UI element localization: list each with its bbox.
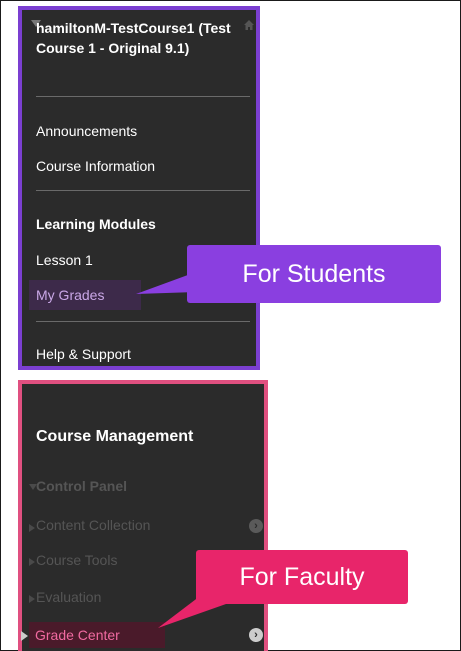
menu-item-lesson-1[interactable]: Lesson 1 (36, 252, 93, 268)
expand-caret-icon[interactable] (21, 631, 28, 641)
control-panel-item-grade-center[interactable]: Grade Center (29, 622, 165, 648)
menu-item-course-information[interactable]: Course Information (36, 158, 155, 174)
arrow-right-icon[interactable]: › (249, 519, 263, 533)
menu-divider (36, 96, 250, 97)
menu-divider (36, 190, 250, 191)
control-panel-item-content-collection[interactable]: Content Collection (36, 517, 150, 533)
menu-item-my-grades[interactable]: My Grades (29, 280, 141, 310)
home-icon[interactable] (243, 19, 255, 31)
course-menu: hamiltonM-TestCourse1 (Test Course 1 - O… (18, 6, 260, 370)
menu-item-announcements[interactable]: Announcements (36, 123, 137, 139)
callout-for-faculty: For Faculty (196, 550, 408, 604)
menu-divider (36, 321, 250, 322)
callout-for-students: For Students (187, 245, 441, 303)
expand-caret-icon[interactable] (29, 524, 35, 532)
arrow-right-icon[interactable]: › (249, 628, 263, 642)
control-panel-heading[interactable]: Control Panel (36, 478, 127, 494)
control-panel-item-evaluation[interactable]: Evaluation (36, 589, 101, 605)
course-title[interactable]: hamiltonM-TestCourse1 (Test Course 1 - O… (36, 18, 256, 58)
menu-heading-learning-modules[interactable]: Learning Modules (36, 216, 156, 232)
expand-caret-icon[interactable] (29, 595, 35, 603)
control-panel-item-course-tools[interactable]: Course Tools (36, 552, 117, 568)
expand-caret-icon[interactable] (29, 558, 35, 566)
menu-item-help-support[interactable]: Help & Support (36, 346, 131, 362)
course-management-heading[interactable]: Course Management (36, 428, 193, 446)
course-management-panel: Course Management Control Panel Content … (18, 380, 268, 651)
